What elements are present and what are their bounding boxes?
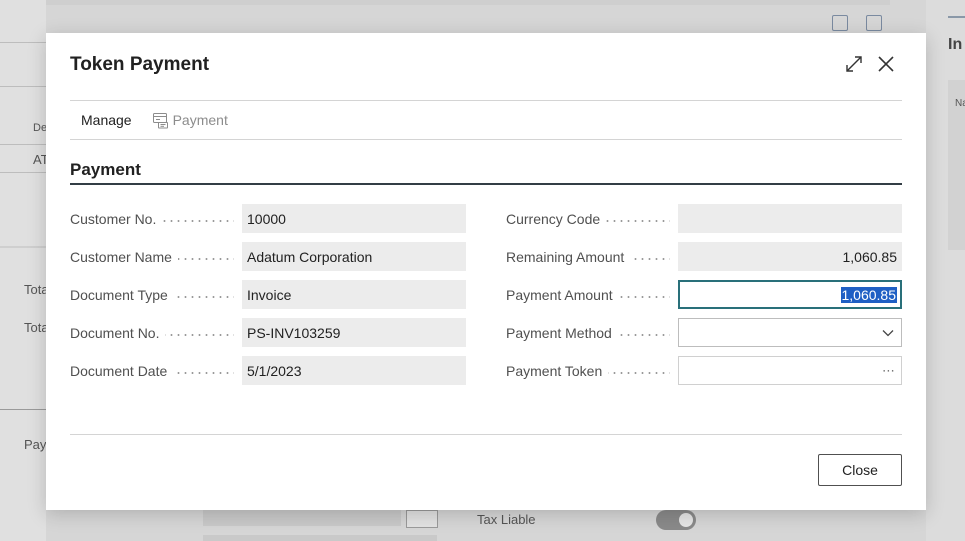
expand-icon[interactable] xyxy=(843,53,865,75)
field-row-customer-no: Customer No. 10000 xyxy=(70,204,466,233)
section-rule xyxy=(70,183,902,185)
background-field xyxy=(203,510,401,526)
background-left-panel xyxy=(0,0,46,541)
field-label: Document Date xyxy=(70,356,242,385)
currency-code-field[interactable] xyxy=(678,204,902,233)
background-divider xyxy=(0,86,46,87)
background-divider xyxy=(0,172,46,173)
field-label: Currency Code xyxy=(506,204,678,233)
payment-token-lookup[interactable]: ⋯ xyxy=(678,356,902,385)
popout-icon[interactable] xyxy=(866,15,882,31)
customer-name-field[interactable]: Adatum Corporation xyxy=(242,242,466,271)
payment-amount-selected-text: 1,060.85 xyxy=(840,286,897,303)
token-payment-dialog: Token Payment Manage Payment Payment Cus… xyxy=(46,33,926,510)
field-row-document-type: Document Type Invoice xyxy=(70,280,466,309)
field-row-remaining-amount: Remaining Amount 1,060.85 xyxy=(506,242,902,271)
footer-divider xyxy=(70,434,902,435)
field-row-payment-token: Payment Token ⋯ xyxy=(506,356,902,385)
document-date-field[interactable]: 5/1/2023 xyxy=(242,356,466,385)
chevron-down-icon xyxy=(882,329,894,336)
manage-action[interactable]: Manage xyxy=(70,112,143,128)
dialog-title: Token Payment xyxy=(70,54,210,75)
field-label: Document No. xyxy=(70,318,242,347)
field-row-document-no: Document No. PS-INV103259 xyxy=(70,318,466,347)
background-factbox-label: Na xyxy=(955,98,965,109)
document-type-field[interactable]: Invoice xyxy=(242,280,466,309)
share-icon[interactable] xyxy=(832,15,848,31)
customer-no-field[interactable]: 10000 xyxy=(242,204,466,233)
section-title-payment: Payment xyxy=(70,160,141,179)
field-label: Payment Amount xyxy=(506,280,678,309)
close-icon[interactable] xyxy=(875,53,897,75)
background-tax-liable-toggle xyxy=(656,510,696,530)
background-total-label: Tota xyxy=(24,282,49,297)
background-tab-indicator xyxy=(948,16,965,18)
field-row-payment-amount: Payment Amount 1,060.85 xyxy=(506,280,902,309)
payment-action-label: Payment xyxy=(172,112,228,128)
field-label: Document Type xyxy=(70,280,242,309)
close-button[interactable]: Close xyxy=(818,454,902,486)
field-row-currency-code: Currency Code xyxy=(506,204,902,233)
actionbar-divider xyxy=(70,139,902,140)
field-label: Payment Method xyxy=(506,318,678,347)
field-label: Remaining Amount xyxy=(506,242,678,271)
background-column-header: De xyxy=(33,122,48,134)
background-field-button xyxy=(406,510,438,528)
document-no-field[interactable]: PS-INV103259 xyxy=(242,318,466,347)
lookup-ellipsis-icon[interactable]: ⋯ xyxy=(882,363,895,379)
background-divider xyxy=(0,409,46,410)
background-field xyxy=(203,535,437,541)
background-tax-liable-label: Tax Liable xyxy=(477,512,536,527)
payment-amount-input[interactable]: 1,060.85 xyxy=(678,280,902,309)
background-payment-label: Pay xyxy=(24,437,47,452)
field-label: Customer No. xyxy=(70,204,242,233)
field-row-payment-method: Payment Method xyxy=(506,318,902,347)
action-bar: Manage Payment xyxy=(70,101,228,139)
field-row-document-date: Document Date 5/1/2023 xyxy=(70,356,466,385)
background-divider xyxy=(0,144,46,145)
field-row-customer-name: Customer Name Adatum Corporation xyxy=(70,242,466,271)
background-divider xyxy=(0,42,46,43)
remaining-amount-field[interactable]: 1,060.85 xyxy=(678,242,902,271)
payment-action[interactable]: Payment xyxy=(152,112,228,129)
field-label: Payment Token xyxy=(506,356,678,385)
background-factbox-title: In xyxy=(948,36,963,53)
payment-icon xyxy=(152,112,168,128)
field-label: Customer Name xyxy=(70,242,242,271)
payment-method-select[interactable] xyxy=(678,318,902,347)
background-top-strip xyxy=(0,0,890,5)
background-divider xyxy=(0,246,46,248)
background-total-label: Tota xyxy=(24,320,49,335)
